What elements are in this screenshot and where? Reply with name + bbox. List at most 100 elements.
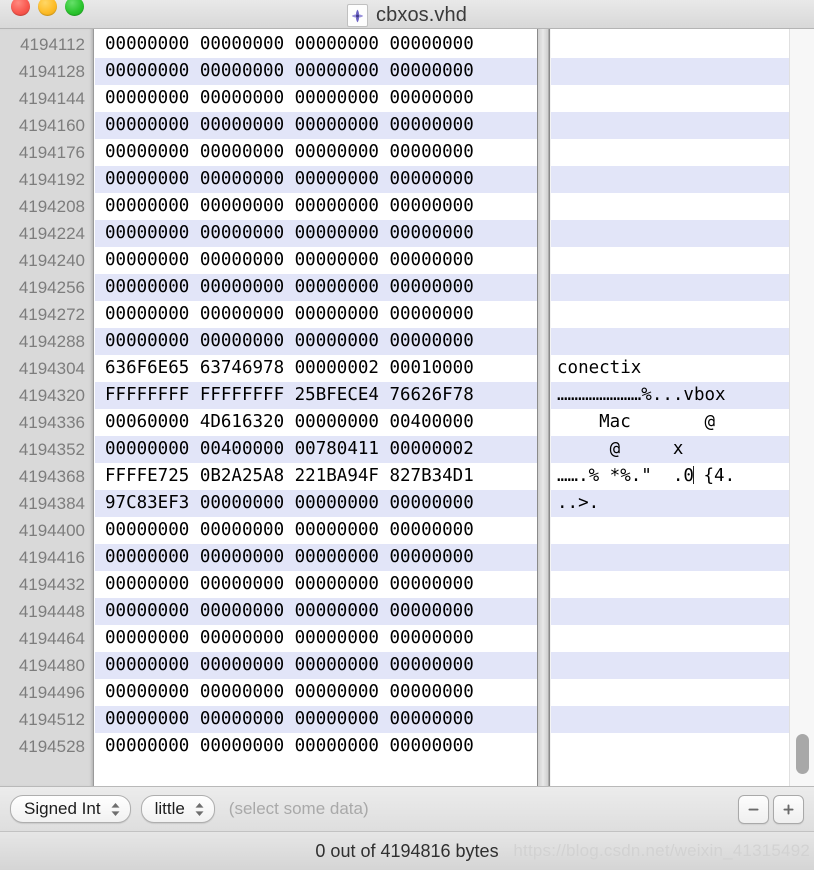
hex-bytes-pane[interactable]: 00000000 00000000 00000000 00000000 00000… [94, 29, 537, 786]
address-cell: 4194416 [18, 548, 85, 567]
hex-row[interactable]: 00060000 4D616320 00000000 00400000 [95, 409, 537, 436]
hex-row[interactable]: FFFFE725 0B2A25A8 221BA94F 827B34D1 [95, 463, 537, 490]
address-cell: 4194128 [18, 62, 85, 81]
hex-row[interactable]: 00000000 00000000 00000000 00000000 [95, 301, 537, 328]
hex-row[interactable]: 00000000 00000000 00000000 00000000 [95, 625, 537, 652]
hex-row[interactable]: 00000000 00000000 00000000 00000000 [95, 544, 537, 571]
minimize-button[interactable] [38, 0, 57, 16]
remove-inspector-row-button[interactable] [738, 794, 769, 824]
hex-row[interactable]: 00000000 00000000 00000000 00000000 [95, 166, 537, 193]
hex-editor-area: 4194112 4194128 4194144 4194160 4194176 41941… [0, 29, 814, 786]
vhd-file-icon [347, 4, 369, 27]
address-cell: 4194512 [18, 710, 85, 729]
hex-row[interactable]: 00000000 00000000 00000000 00000000 [95, 247, 537, 274]
ascii-row[interactable] [551, 220, 789, 247]
address-cell: 4194240 [18, 251, 85, 270]
address-cell: 4194256 [18, 278, 85, 297]
maximize-button[interactable] [65, 0, 84, 16]
ascii-row[interactable] [551, 625, 789, 652]
hex-row[interactable]: 636F6E65 63746978 00000002 00010000 [95, 355, 537, 382]
ascii-row[interactable] [551, 85, 789, 112]
address-cell: 4194528 [18, 737, 85, 756]
hex-row[interactable]: 00000000 00400000 00780411 00000002 [95, 436, 537, 463]
address-cell: 4194448 [18, 602, 85, 621]
title-center-group: cbxos.vhd [0, 0, 814, 28]
hex-row[interactable]: 00000000 00000000 00000000 00000000 [95, 58, 537, 85]
ascii-row[interactable]: …….% *%." .0 {4. [551, 463, 789, 490]
hex-editor-window: cbxos.vhd 4194112 4194128 4194144 4194160 41… [0, 0, 814, 870]
address-cell: 4194144 [18, 89, 85, 108]
close-button[interactable] [11, 0, 30, 16]
pane-splitter[interactable] [537, 29, 551, 786]
hex-row[interactable]: 00000000 00000000 00000000 00000000 [95, 706, 537, 733]
hex-row[interactable]: 00000000 00000000 00000000 00000000 [95, 733, 537, 760]
endianness-value: little [154, 799, 185, 818]
inspector-stepper [738, 794, 804, 824]
data-type-select[interactable]: Signed Int [10, 795, 131, 823]
ascii-row[interactable]: ……………………%...vbox [551, 382, 789, 409]
add-inspector-row-button[interactable] [773, 794, 804, 824]
endianness-select[interactable]: little [140, 795, 215, 823]
inspector-hint: (select some data) [228, 799, 369, 818]
ascii-row[interactable] [551, 733, 789, 760]
ascii-text-pane[interactable]: conectix ……………………%...vbox Mac @ @ x…….% *… [551, 29, 789, 786]
address-cell: 4194464 [18, 629, 85, 648]
scrollbar-thumb[interactable] [796, 734, 809, 774]
address-cell: 4194336 [18, 413, 85, 432]
hex-row[interactable]: 00000000 00000000 00000000 00000000 [95, 679, 537, 706]
ascii-row[interactable] [551, 112, 789, 139]
ascii-row[interactable] [551, 652, 789, 679]
hex-row[interactable]: 00000000 00000000 00000000 00000000 [95, 220, 537, 247]
address-cell: 4194208 [18, 197, 85, 216]
ascii-row[interactable] [551, 274, 789, 301]
hex-row[interactable]: 00000000 00000000 00000000 00000000 [95, 274, 537, 301]
address-cell: 4194192 [18, 170, 85, 189]
ascii-row[interactable] [551, 517, 789, 544]
hex-row[interactable]: 00000000 00000000 00000000 00000000 [95, 652, 537, 679]
ascii-row[interactable] [551, 679, 789, 706]
address-cell: 4194304 [18, 359, 85, 378]
ascii-row[interactable] [551, 193, 789, 220]
ascii-row[interactable] [551, 139, 789, 166]
hex-row[interactable]: 00000000 00000000 00000000 00000000 [95, 193, 537, 220]
address-cell: 4194224 [18, 224, 85, 243]
address-cell: 4194432 [18, 575, 85, 594]
ascii-row[interactable] [551, 247, 789, 274]
ascii-row[interactable] [551, 544, 789, 571]
address-cell: 4194496 [18, 683, 85, 702]
hex-row[interactable]: 00000000 00000000 00000000 00000000 [95, 85, 537, 112]
hex-row[interactable]: 00000000 00000000 00000000 00000000 [95, 571, 537, 598]
ascii-row[interactable]: Mac @ [551, 409, 789, 436]
address-cell: 4194112 [20, 35, 85, 54]
hex-row[interactable]: 00000000 00000000 00000000 00000000 [95, 598, 537, 625]
byte-count-status: 0 out of 4194816 bytes [315, 840, 499, 861]
ascii-row[interactable]: conectix [551, 355, 789, 382]
ascii-row[interactable] [551, 301, 789, 328]
hex-row[interactable]: 00000000 00000000 00000000 00000000 [95, 112, 537, 139]
ascii-row[interactable]: @ x [551, 436, 789, 463]
hex-row[interactable]: 97C83EF3 00000000 00000000 00000000 [95, 490, 537, 517]
ascii-row[interactable] [551, 571, 789, 598]
address-cell: 4194480 [18, 656, 85, 675]
vertical-scrollbar[interactable] [789, 29, 814, 786]
watermark-text: https://blog.csdn.net/weixin_41315492 [513, 841, 810, 860]
ascii-row[interactable] [551, 706, 789, 733]
address-gutter: 4194112 4194128 4194144 4194160 4194176 41941… [0, 29, 94, 786]
hex-row[interactable]: 00000000 00000000 00000000 00000000 [95, 328, 537, 355]
title-bar: cbxos.vhd [0, 0, 814, 29]
address-cell: 4194288 [18, 332, 85, 351]
ascii-row[interactable] [551, 58, 789, 85]
ascii-row[interactable] [551, 166, 789, 193]
ascii-row[interactable] [551, 328, 789, 355]
hex-row[interactable]: 00000000 00000000 00000000 00000000 [95, 31, 537, 58]
window-controls [11, 0, 84, 16]
hex-row[interactable]: 00000000 00000000 00000000 00000000 [95, 517, 537, 544]
hex-row[interactable]: 00000000 00000000 00000000 00000000 [95, 139, 537, 166]
address-cell: 4194400 [18, 521, 85, 540]
ascii-row[interactable] [551, 31, 789, 58]
ascii-row[interactable] [551, 598, 789, 625]
hex-row[interactable]: FFFFFFFF FFFFFFFF 25BFECE4 76626F78 [95, 382, 537, 409]
ascii-row[interactable]: ..>. [551, 490, 789, 517]
address-cell: 4194320 [18, 386, 85, 405]
window-title: cbxos.vhd [376, 3, 467, 26]
